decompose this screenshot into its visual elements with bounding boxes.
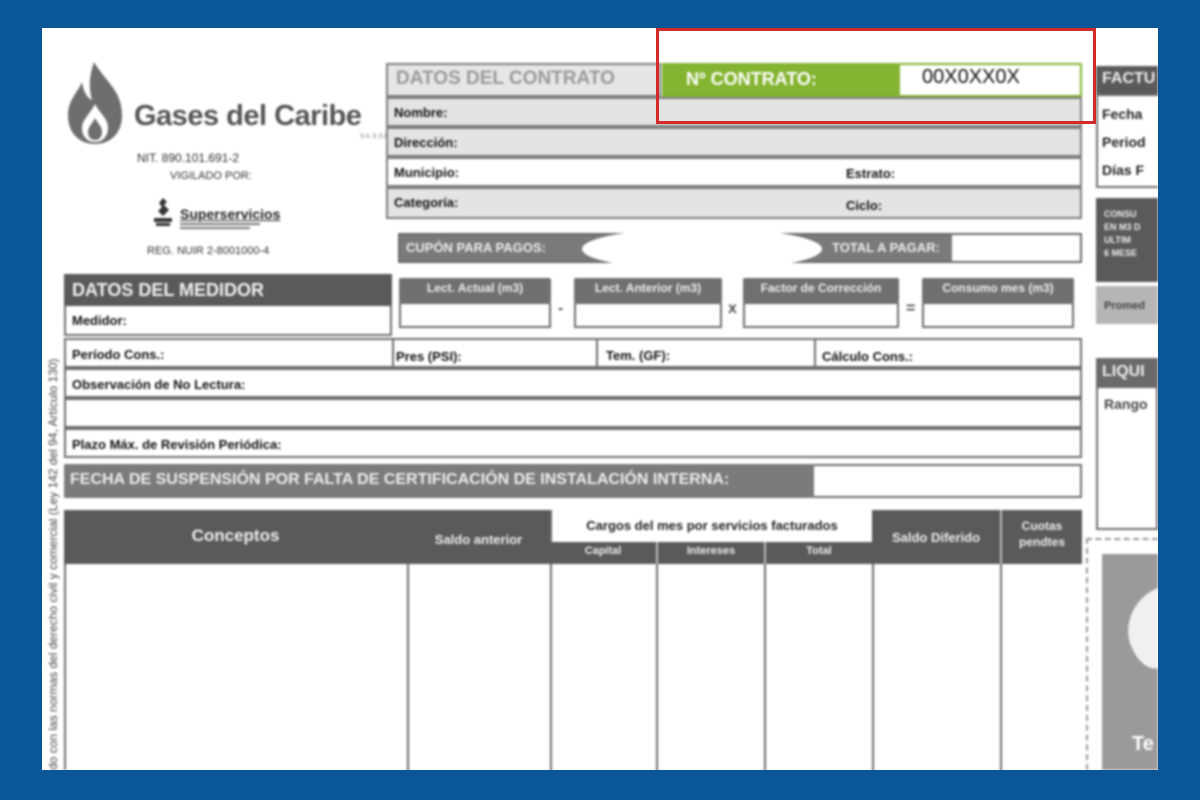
- row-categoria: Categoría: Ciclo:: [386, 187, 1082, 219]
- legal-vertical-note: do con las normas del derecho civil y co…: [46, 358, 60, 770]
- th-cuotas: Cuotas pendtes: [1000, 510, 1082, 564]
- nombre-label: Nombre:: [394, 105, 448, 120]
- promedio-label: Promed: [1104, 300, 1145, 312]
- total-label: TOTAL A PAGAR:: [832, 240, 940, 255]
- rango-label: Rango: [1104, 396, 1148, 412]
- superservicios-logo-icon: [154, 198, 172, 226]
- table-column: [872, 564, 1000, 770]
- promo-shape-icon: [1128, 588, 1158, 669]
- divider: [392, 340, 394, 368]
- company-suffix: S.A. E.S.P.: [360, 134, 390, 140]
- ciclo-label: Ciclo:: [846, 198, 883, 213]
- categoria-label: Categoría:: [394, 195, 459, 210]
- consumo-line: 6 MESE: [1104, 248, 1138, 258]
- table-column: [1000, 564, 1082, 770]
- vigilado-label: VIGILADO POR:: [170, 170, 252, 182]
- th-cuotas-line1: Cuotas: [1021, 519, 1063, 533]
- cupon-redaction: [582, 228, 822, 270]
- total-value-box: [952, 235, 1080, 261]
- superservicios-label: Superservicios: [180, 206, 281, 222]
- calculo-label: Cálculo Cons.:: [822, 349, 914, 364]
- estrato-label: Estrato:: [846, 166, 896, 181]
- factura-periodo: Period: [1102, 134, 1146, 150]
- th-capital: Capital: [550, 542, 656, 564]
- factura-fecha: Fecha: [1102, 106, 1143, 122]
- promo-text: Te: [1132, 733, 1154, 755]
- periodo-label: Período Cons.:: [72, 347, 165, 362]
- divider: [814, 340, 816, 368]
- calc-consumo-label: Consumo mes (m3): [922, 278, 1074, 302]
- th-saldo-anterior: Saldo anterior: [407, 510, 550, 564]
- factura-title: FACTU: [1096, 66, 1158, 94]
- factura-dias: Días F: [1102, 162, 1145, 178]
- calc-factor-label: Factor de Corrección: [743, 278, 899, 302]
- consumo-line: CONSU: [1104, 209, 1137, 219]
- row-municipio: Municipio: Estrato:: [386, 157, 1082, 187]
- calc-consumo-box: [922, 302, 1074, 328]
- row-direccion: Dirección:: [386, 127, 1082, 157]
- calc-actual-box: [399, 302, 551, 328]
- table-column: [407, 564, 550, 770]
- observacion-label: Observación de No Lectura:: [72, 377, 246, 392]
- calc-actual-label: Lect. Actual (m3): [399, 278, 551, 302]
- liquidacion-title: LIQUI: [1096, 358, 1158, 388]
- row-periodo: Período Cons.: Pres (PSI): Tem. (GF): Cá…: [64, 338, 1082, 368]
- row-observacion: Observación de No Lectura:: [64, 368, 1082, 398]
- th-cargos: Cargos del mes por servicios facturados: [550, 510, 872, 542]
- company-name: Gases del Caribe: [134, 100, 362, 132]
- table-column: [656, 564, 764, 770]
- bill-document: Gases del Caribe S.A. E.S.P. NIT. 890.10…: [42, 28, 1158, 770]
- bill-image: Gases del Caribe S.A. E.S.P. NIT. 890.10…: [42, 28, 1158, 770]
- calc-anterior-box: [574, 302, 722, 328]
- flame-logo-icon: [68, 62, 122, 144]
- calc-anterior-label: Lect. Anterior (m3): [574, 278, 722, 302]
- cupon-label: CUPÓN PARA PAGOS:: [406, 240, 546, 255]
- calc-times: x: [728, 300, 737, 317]
- table-column: [764, 564, 872, 770]
- row-observacion-blank: [64, 398, 1082, 428]
- th-conceptos: Conceptos: [64, 510, 407, 564]
- row-plazo: Plazo Máx. de Revisión Periódica:: [64, 428, 1082, 458]
- calc-minus: -: [558, 300, 564, 317]
- direccion-label: Dirección:: [394, 135, 458, 150]
- medidor-label: Medidor:: [72, 313, 127, 328]
- th-cuotas-line2: pendtes: [1018, 535, 1065, 549]
- th-saldo-diferido: Saldo Diferido: [872, 510, 1000, 564]
- company-reg: REG. NUIR 2-8001000-4: [147, 245, 270, 257]
- municipio-label: Municipio:: [394, 165, 459, 180]
- th-total: Total: [764, 542, 872, 564]
- plazo-label: Plazo Máx. de Revisión Periódica:: [72, 437, 282, 452]
- consumo-line: EN M3 D: [1104, 222, 1141, 232]
- tem-label: Tem. (GF):: [606, 348, 671, 363]
- calc-equals: =: [906, 300, 916, 317]
- consumo-line: ULTIM: [1104, 235, 1131, 245]
- contract-number-highlight: [656, 28, 1096, 124]
- th-intereses: Intereses: [656, 542, 764, 564]
- calc-factor-box: [743, 302, 899, 328]
- medidor-title: DATOS DEL MEDIDOR: [64, 274, 392, 306]
- contract-title: DATOS DEL CONTRATO: [386, 63, 661, 97]
- row-medidor: Medidor:: [64, 306, 392, 336]
- company-nit: NIT. 890.101.691-2: [137, 151, 240, 165]
- consumo-history-label: CONSU EN M3 D ULTIM 6 MESE: [1104, 208, 1141, 260]
- divider: [596, 340, 598, 368]
- table-column: [550, 564, 656, 770]
- superservicios-tagline-icon: [180, 223, 260, 229]
- pres-label: Pres (PSI):: [396, 349, 462, 364]
- suspension-label: FECHA DE SUSPENSIÓN POR FALTA DE CERTIFI…: [64, 464, 814, 498]
